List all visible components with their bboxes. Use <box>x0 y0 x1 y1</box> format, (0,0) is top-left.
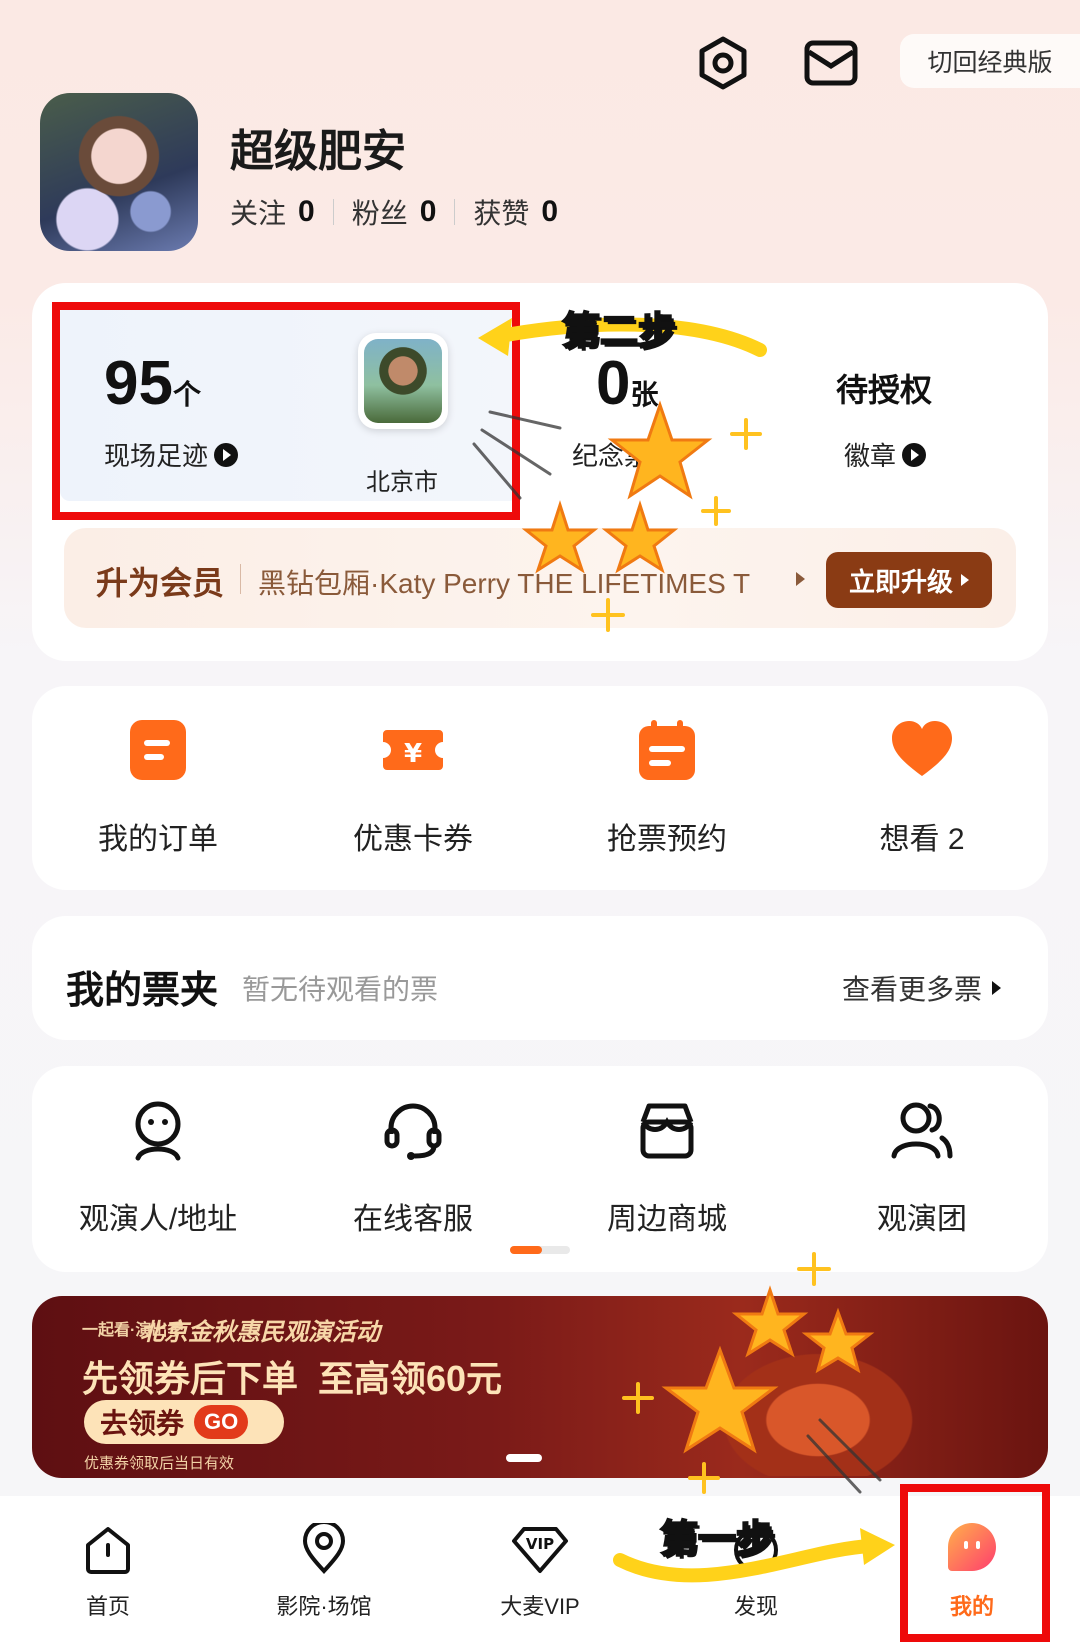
annotation-overlay <box>472 317 895 1583</box>
sparkle-icon <box>797 1252 831 1286</box>
star-icon <box>601 500 679 574</box>
sparkle-icon <box>591 598 625 632</box>
step-one-label: 第一步 <box>659 1518 775 1562</box>
sparkle-icon <box>730 418 762 450</box>
star-icon <box>801 1307 875 1374</box>
star-icon <box>607 400 713 500</box>
sparkle-icon <box>688 1462 720 1494</box>
motion-lines <box>472 410 562 500</box>
star-icon <box>521 500 599 574</box>
star-icon <box>731 1285 809 1358</box>
step-two-label: 第二步 <box>561 310 677 354</box>
star-icon <box>661 1345 779 1454</box>
step-one-arrowhead <box>860 1528 895 1565</box>
step-two-arrowhead <box>478 318 512 356</box>
motion-lines <box>806 1418 882 1494</box>
sparkle-icon <box>701 496 731 526</box>
sparkle-icon <box>622 1382 654 1414</box>
